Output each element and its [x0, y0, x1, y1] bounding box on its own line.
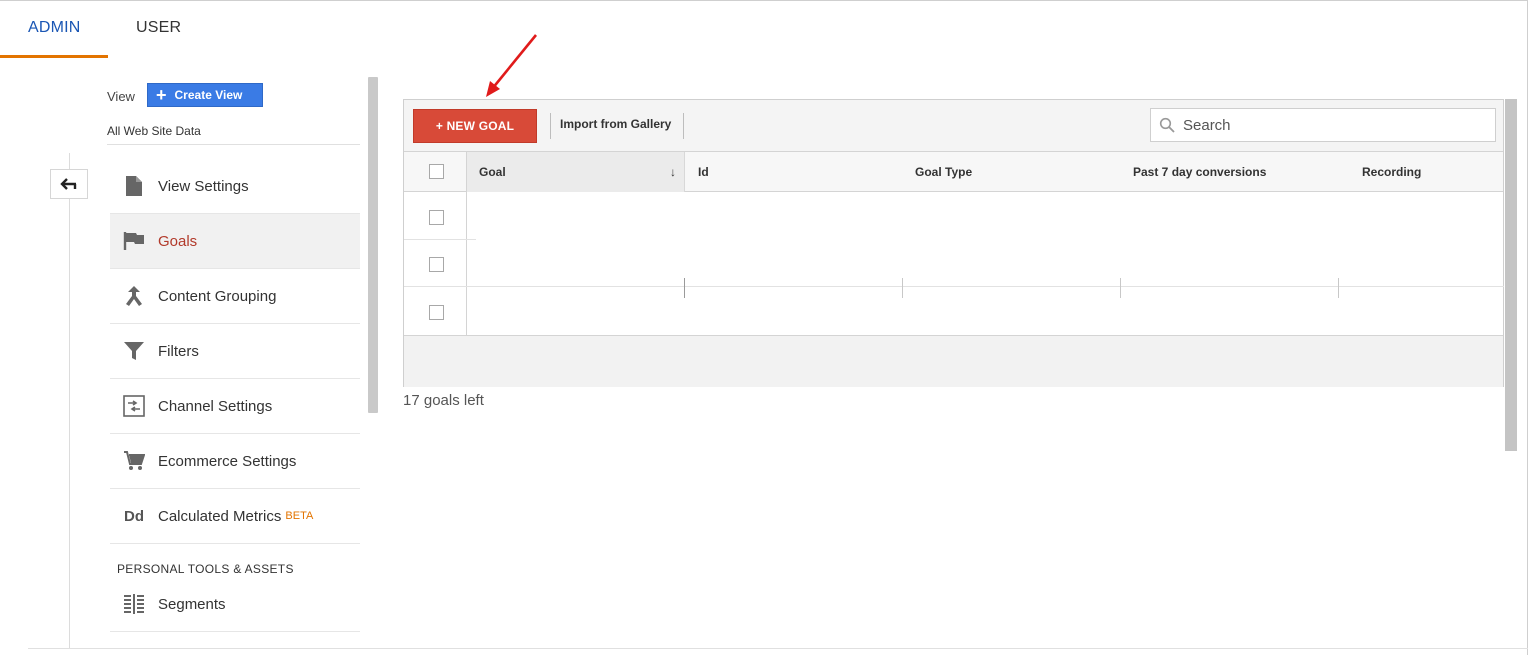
document-icon: [110, 175, 158, 197]
segments-icon: [110, 594, 158, 614]
cell-divider: [1338, 278, 1339, 298]
tab-user[interactable]: USER: [136, 19, 181, 37]
column-header-label: Goal: [479, 165, 506, 179]
beta-badge: BETA: [285, 510, 314, 522]
create-view-label: Create View: [174, 88, 243, 102]
cell-divider: [684, 278, 685, 298]
hierarchy-line: [69, 153, 70, 649]
sidebar-item-calculated-metrics[interactable]: Dd Calculated Metrics BETA: [110, 489, 360, 544]
row-checkbox[interactable]: [429, 210, 444, 225]
row-divider: [404, 286, 1504, 287]
column-header-id[interactable]: Id: [698, 152, 709, 192]
active-tab-indicator: [0, 55, 108, 58]
toolbar-divider: [550, 113, 551, 139]
sidebar-item-label: Goals: [158, 232, 198, 250]
sidebar-item-goals[interactable]: Goals: [110, 214, 360, 269]
table-footer: [404, 335, 1503, 387]
annotation-arrow-icon: [486, 34, 538, 97]
current-view-name[interactable]: All Web Site Data: [107, 124, 201, 138]
view-label: View: [107, 89, 135, 104]
sidebar-item-ecommerce-settings[interactable]: Ecommerce Settings: [110, 434, 360, 489]
sidebar-item-label: Filters: [158, 342, 199, 360]
admin-page: ADMIN USER View + Create View All Web Si…: [0, 0, 1528, 655]
column-header-goal-type[interactable]: Goal Type: [915, 152, 972, 192]
search-box[interactable]: [1150, 108, 1496, 142]
sidebar-item-filters[interactable]: Filters: [110, 324, 360, 379]
table-header: Goal ↓ Id Goal Type Past 7 day conversio…: [404, 152, 1503, 192]
filter-icon: [110, 341, 158, 361]
column-header-past-7-day-conversions[interactable]: Past 7 day conversions: [1133, 152, 1266, 192]
new-goal-button[interactable]: + NEW GOAL: [413, 109, 537, 143]
back-arrow-icon: [60, 178, 77, 190]
section-heading: PERSONAL TOOLS & ASSETS: [117, 562, 294, 576]
dd-icon-text: Dd: [124, 507, 144, 525]
goals-left-text: 17 goals left: [403, 392, 484, 409]
dd-icon: Dd: [110, 508, 158, 525]
cell-divider: [902, 278, 903, 298]
column-header-goal[interactable]: Goal ↓: [467, 152, 685, 192]
channel-settings-icon: [110, 395, 158, 417]
cart-icon: [110, 451, 158, 471]
sort-arrow-icon: ↓: [670, 165, 676, 179]
import-from-gallery-button[interactable]: Import from Gallery: [560, 117, 671, 131]
cell-divider: [1120, 278, 1121, 298]
sidebar-item-view-settings[interactable]: View Settings: [110, 159, 360, 214]
sidebar-item-label: Ecommerce Settings: [158, 452, 297, 470]
sidebar-item-label: Segments: [158, 595, 226, 613]
search-input[interactable]: [1183, 116, 1473, 134]
checkbox-column-divider: [466, 152, 467, 335]
row-checkbox[interactable]: [429, 305, 444, 320]
row-divider: [404, 239, 476, 240]
content-grouping-icon: [110, 285, 158, 307]
flag-icon: [110, 231, 158, 251]
sidebar-item-segments[interactable]: Segments: [110, 577, 360, 632]
sidebar-item-content-grouping[interactable]: Content Grouping: [110, 269, 360, 324]
sidebar-item-label: View Settings: [158, 177, 249, 195]
sidebar-item-channel-settings[interactable]: Channel Settings: [110, 379, 360, 434]
sidebar-item-label: Content Grouping: [158, 287, 277, 305]
sidebar-item-label: Calculated Metrics: [158, 507, 282, 525]
create-view-button[interactable]: + Create View: [147, 83, 263, 107]
search-icon: [1159, 117, 1175, 133]
divider: [28, 648, 1528, 649]
sidebar-item-label: Channel Settings: [158, 397, 273, 415]
table-toolbar: + NEW GOAL Import from Gallery: [404, 100, 1503, 152]
plus-icon: +: [156, 85, 167, 105]
divider: [107, 144, 360, 145]
tab-admin[interactable]: ADMIN: [28, 19, 81, 37]
goals-table-panel: + NEW GOAL Import from Gallery Goal ↓ Id…: [403, 99, 1504, 387]
column-header-recording[interactable]: Recording: [1362, 152, 1421, 192]
back-button[interactable]: [50, 169, 88, 199]
main-scrollbar[interactable]: [1505, 99, 1517, 451]
select-all-checkbox[interactable]: [429, 164, 444, 179]
row-checkbox[interactable]: [429, 257, 444, 272]
sidebar-scrollbar[interactable]: [368, 77, 378, 413]
toolbar-divider: [683, 113, 684, 139]
